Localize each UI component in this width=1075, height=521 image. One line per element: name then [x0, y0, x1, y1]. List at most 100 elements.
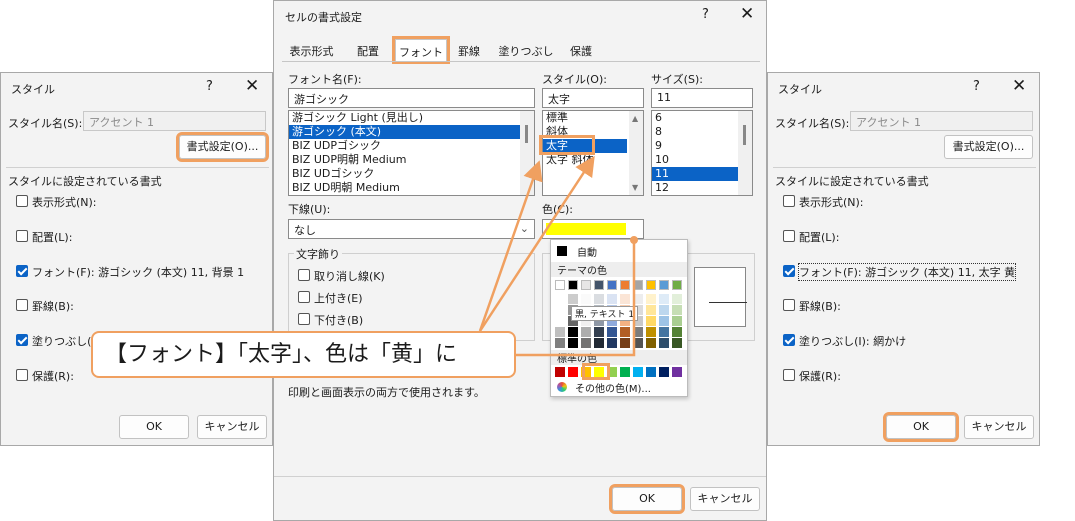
color-swatch[interactable] [594, 338, 604, 348]
color-swatch[interactable] [568, 280, 578, 290]
color-swatch[interactable] [672, 338, 682, 348]
color-select[interactable] [542, 219, 644, 239]
tab-alignment[interactable]: 配置 [346, 39, 390, 61]
color-swatch[interactable] [555, 316, 565, 326]
more-colors-link[interactable]: その他の色(M)... [575, 380, 651, 395]
color-swatch[interactable] [672, 294, 682, 304]
color-swatch[interactable] [633, 280, 643, 290]
checkbox-strikethrough[interactable] [298, 269, 310, 281]
list-item[interactable]: 6 [652, 111, 752, 125]
auto-color-label[interactable]: 自動 [577, 244, 597, 259]
color-swatch[interactable] [555, 294, 565, 304]
checkbox-number-format[interactable] [783, 195, 795, 207]
color-swatch[interactable] [646, 327, 656, 337]
checkbox-fill[interactable] [783, 334, 795, 346]
standard-color-swatch[interactable] [672, 367, 682, 377]
tab-font[interactable]: フォント [392, 36, 450, 64]
color-swatch[interactable] [607, 327, 617, 337]
checkbox-subscript[interactable] [298, 313, 310, 325]
color-swatch[interactable] [659, 316, 669, 326]
size-input[interactable]: 11 [651, 88, 753, 108]
color-swatch[interactable] [607, 280, 617, 290]
color-swatch[interactable] [581, 294, 591, 304]
color-swatch[interactable] [646, 338, 656, 348]
font-name-input[interactable]: 游ゴシック [288, 88, 535, 108]
ok-button[interactable]: OK [119, 415, 189, 439]
color-swatch[interactable] [633, 338, 643, 348]
auto-color-swatch[interactable] [557, 246, 567, 256]
list-item[interactable]: BIZ UD明朝 Medium [289, 181, 534, 195]
color-swatch[interactable] [581, 280, 591, 290]
color-swatch[interactable] [555, 305, 565, 315]
format-button[interactable]: 書式設定(O)... [176, 132, 269, 162]
color-swatch[interactable] [633, 327, 643, 337]
size-list[interactable]: 6 8 9 10 11 12 [651, 110, 753, 196]
color-swatch[interactable] [594, 280, 604, 290]
help-icon[interactable]: ? [206, 79, 213, 94]
standard-color-row[interactable] [555, 366, 685, 378]
tab-fill[interactable]: 塗りつぶし [498, 39, 554, 61]
format-button[interactable]: 書式設定(O)... [944, 135, 1033, 159]
cancel-button[interactable]: キャンセル [197, 415, 267, 439]
ok-button[interactable]: OK [609, 484, 685, 514]
tab-protection[interactable]: 保護 [564, 39, 598, 61]
color-swatch[interactable] [555, 280, 565, 290]
checkbox-number-format[interactable] [16, 195, 28, 207]
list-item[interactable]: 12 [652, 181, 752, 195]
cancel-button[interactable]: キャンセル [690, 487, 760, 511]
list-item[interactable]: BIZ UDP明朝 Medium [289, 153, 534, 167]
standard-color-swatch[interactable] [633, 367, 643, 377]
color-swatch[interactable] [646, 305, 656, 315]
scrollbar[interactable] [520, 111, 534, 195]
checkbox-fill[interactable] [16, 334, 28, 346]
color-swatch[interactable] [659, 280, 669, 290]
color-swatch[interactable] [620, 294, 630, 304]
scroll-up-icon[interactable]: ▲ [632, 114, 638, 123]
standard-color-swatch[interactable] [555, 367, 565, 377]
list-item[interactable]: 游ゴシック (本文) [289, 125, 534, 139]
checkbox-protection[interactable] [16, 369, 28, 381]
close-icon[interactable]: ✕ [740, 4, 754, 24]
list-item[interactable]: 10 [652, 153, 752, 167]
underline-select[interactable]: なし ⌄ [288, 219, 535, 239]
close-icon[interactable]: ✕ [1012, 76, 1026, 96]
color-swatch[interactable] [659, 294, 669, 304]
list-item[interactable]: 11 [652, 167, 752, 181]
style-input[interactable]: 太字 [542, 88, 644, 108]
close-icon[interactable]: ✕ [245, 76, 259, 96]
checkbox-alignment[interactable] [16, 230, 28, 242]
color-swatch[interactable] [620, 338, 630, 348]
color-swatch[interactable] [581, 327, 591, 337]
checkbox-font[interactable] [16, 265, 28, 277]
scroll-down-icon[interactable]: ▼ [632, 183, 638, 192]
checkbox-font[interactable] [783, 265, 795, 277]
tab-border[interactable]: 罫線 [454, 39, 484, 61]
list-item[interactable]: 游ゴシック Light (見出し) [289, 111, 534, 125]
list-item[interactable]: 9 [652, 139, 752, 153]
color-swatch[interactable] [568, 327, 578, 337]
color-swatch[interactable] [646, 294, 656, 304]
color-swatch[interactable] [555, 327, 565, 337]
help-icon[interactable]: ? [702, 7, 709, 22]
color-swatch[interactable] [555, 338, 565, 348]
color-swatch[interactable] [646, 316, 656, 326]
color-swatch[interactable] [672, 305, 682, 315]
standard-color-swatch[interactable] [620, 367, 630, 377]
checkbox-superscript[interactable] [298, 291, 310, 303]
color-swatch[interactable] [607, 294, 617, 304]
list-item[interactable]: BIZ UDPゴシック [289, 139, 534, 153]
color-swatch[interactable] [672, 280, 682, 290]
color-swatch[interactable] [672, 316, 682, 326]
list-item[interactable]: BIZ UDゴシック [289, 167, 534, 181]
color-swatch[interactable] [659, 327, 669, 337]
color-swatch[interactable] [568, 338, 578, 348]
list-item[interactable]: 標準 [543, 111, 643, 125]
color-swatch[interactable] [568, 294, 578, 304]
scrollbar[interactable] [738, 111, 752, 195]
scrollbar[interactable]: ▲ ▼ [629, 111, 643, 195]
standard-color-swatch[interactable] [659, 367, 669, 377]
color-swatch[interactable] [620, 280, 630, 290]
cancel-button[interactable]: キャンセル [964, 415, 1034, 439]
font-list[interactable]: 游ゴシック Light (見出し) 游ゴシック (本文) BIZ UDPゴシック… [288, 110, 535, 196]
list-item[interactable]: 8 [652, 125, 752, 139]
